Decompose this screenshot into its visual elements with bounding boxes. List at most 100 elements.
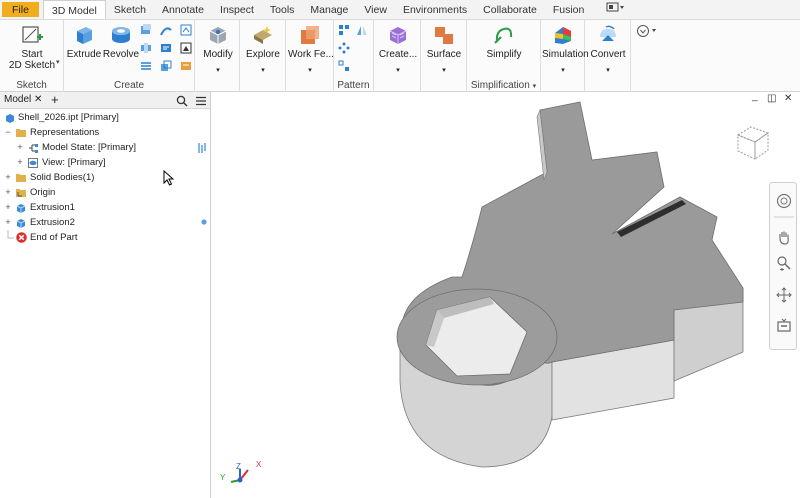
- menu-icon[interactable]: [195, 95, 207, 107]
- modify-label: Modify: [203, 49, 233, 60]
- tab-environments[interactable]: Environments: [395, 0, 475, 19]
- expand-icon[interactable]: +: [16, 140, 24, 155]
- panel-modify: Modify ▾: [195, 20, 240, 92]
- revolve-button[interactable]: Revolve: [102, 23, 140, 60]
- create-freeform-label: Create...: [378, 49, 418, 60]
- part-model[interactable]: [212, 92, 800, 498]
- rectangular-pattern-icon[interactable]: [338, 24, 350, 36]
- steering-wheel-icon[interactable]: [776, 193, 792, 209]
- surface-icon: [435, 27, 453, 44]
- orbit-icon[interactable]: [776, 287, 792, 303]
- tree-item-representations[interactable]: − Representations: [0, 125, 211, 140]
- panel-pattern: Pattern: [334, 20, 374, 92]
- model-state-icon: [29, 144, 38, 153]
- simplification-label: Simplification: [470, 80, 530, 91]
- model-browser: Model ✕ + Shell_2026.ipt [Primary] − Rep…: [0, 92, 211, 498]
- emboss-icon[interactable]: [160, 42, 172, 54]
- work-features-button[interactable]: Work Fe... ▾: [288, 23, 334, 74]
- tab-inspect[interactable]: Inspect: [212, 0, 262, 19]
- axis-z-label: Z: [236, 462, 241, 471]
- simulation-button[interactable]: Simulation ▾: [542, 23, 589, 74]
- tree-item-model-state[interactable]: + Model State: [Primary]: [0, 140, 211, 155]
- extrusion-icon: [16, 219, 26, 228]
- import-icon[interactable]: [160, 60, 172, 72]
- folder-icon: [16, 174, 26, 182]
- panel-label-simplification[interactable]: Simplification ▾: [467, 80, 540, 91]
- ribbon-overflow-button[interactable]: [636, 24, 660, 38]
- tab-fusion[interactable]: Fusion: [545, 0, 593, 19]
- create-freeform-button[interactable]: Create... ▾: [377, 23, 419, 74]
- circular-pattern-icon[interactable]: [338, 42, 350, 54]
- extrusion-icon: [16, 204, 26, 213]
- tree-item-extrusion1[interactable]: + Extrusion1: [0, 200, 211, 215]
- viewcube-icon[interactable]: [733, 122, 773, 162]
- zoom-icon[interactable]: [776, 255, 792, 271]
- tree-item-solid-bodies[interactable]: + Solid Bodies(1): [0, 170, 211, 185]
- start-sketch-icon: [22, 26, 43, 43]
- expand-icon[interactable]: +: [4, 215, 12, 230]
- panel-sketch: Start 2D Sketch ▾ Sketch: [0, 20, 64, 92]
- explore-button[interactable]: Explore ▾: [243, 23, 283, 74]
- tree-item-part[interactable]: Shell_2026.ipt [Primary]: [0, 110, 211, 125]
- panel-label-pattern: Pattern: [337, 80, 370, 91]
- panel-convert: Convert ▾: [585, 20, 631, 92]
- simulation-dropdown-icon: ▾: [561, 67, 565, 74]
- sketch-pattern-icon[interactable]: [338, 60, 350, 72]
- panel-label-sketch: Sketch: [16, 80, 47, 91]
- expand-icon[interactable]: +: [4, 170, 12, 185]
- rib-icon[interactable]: [140, 42, 152, 54]
- convert-button[interactable]: Convert ▾: [587, 23, 629, 74]
- create-freeform-dropdown-icon: ▾: [396, 67, 400, 74]
- panel-create-freeform: Create... ▾: [374, 20, 421, 92]
- tab-view[interactable]: View: [356, 0, 395, 19]
- tree-item-origin[interactable]: + Origin: [0, 185, 211, 200]
- tree-item-label: Origin: [30, 187, 56, 198]
- coil-icon[interactable]: [180, 24, 192, 36]
- look-at-icon[interactable]: [776, 317, 792, 333]
- tree-item-label: Shell_2026.ipt [Primary]: [18, 112, 119, 123]
- collapse-icon[interactable]: −: [4, 125, 12, 140]
- sweep-icon[interactable]: [140, 24, 152, 36]
- expand-icon[interactable]: +: [4, 185, 12, 200]
- tree-item-extrusion2[interactable]: + Extrusion2: [0, 215, 211, 230]
- tab-tools[interactable]: Tools: [262, 0, 303, 19]
- modify-dropdown-icon: ▾: [216, 67, 220, 74]
- expand-icon[interactable]: +: [4, 200, 12, 215]
- tree-item-view[interactable]: + View: [Primary]: [0, 155, 211, 170]
- ribbon-tab-bar: File 3D Model Sketch Annotate Inspect To…: [0, 0, 800, 20]
- axis-x-label: X: [256, 460, 262, 469]
- loft-icon[interactable]: [160, 24, 172, 36]
- tab-sketch[interactable]: Sketch: [106, 0, 154, 19]
- tab-model[interactable]: Model: [4, 94, 31, 105]
- add-browser-icon[interactable]: +: [51, 92, 59, 107]
- tree-item-label: Extrusion2: [30, 217, 75, 228]
- tab-annotate[interactable]: Annotate: [154, 0, 212, 19]
- tab-collaborate[interactable]: Collaborate: [475, 0, 545, 19]
- graphics-viewport[interactable]: _ ◫ ✕ Y Z X: [212, 91, 800, 498]
- mirror-icon[interactable]: [356, 24, 368, 36]
- tab-manage[interactable]: Manage: [302, 0, 356, 19]
- decal-icon[interactable]: [180, 42, 192, 54]
- modify-button[interactable]: Modify ▾: [198, 23, 238, 74]
- explore-icon: [254, 26, 272, 44]
- origin-folder-icon: [16, 189, 26, 197]
- search-icon[interactable]: [176, 95, 188, 107]
- pan-hand-icon[interactable]: [776, 229, 792, 245]
- close-browser-icon[interactable]: ✕: [34, 94, 42, 105]
- surface-button[interactable]: Surface ▾: [423, 23, 465, 74]
- extrude-button[interactable]: Extrude: [66, 23, 102, 60]
- browser-header: Model ✕ +: [0, 92, 210, 109]
- derive-icon[interactable]: [140, 60, 152, 72]
- explore-dropdown-icon: ▾: [261, 67, 265, 74]
- tab-3d-model[interactable]: 3D Model: [42, 0, 106, 19]
- unwrap-icon[interactable]: [180, 60, 192, 72]
- panel-toggle-icon[interactable]: [606, 0, 626, 19]
- tab-file[interactable]: File: [2, 2, 39, 17]
- navigation-bar: [769, 182, 797, 350]
- expand-icon[interactable]: +: [16, 155, 24, 170]
- revolve-icon: [112, 27, 130, 43]
- start-sketch-dropdown-icon[interactable]: ▾: [56, 58, 60, 66]
- simplify-button[interactable]: Simplify: [481, 23, 527, 60]
- start-2d-sketch-button[interactable]: Start 2D Sketch: [6, 23, 58, 71]
- tree-item-end-of-part[interactable]: End of Part: [0, 230, 211, 245]
